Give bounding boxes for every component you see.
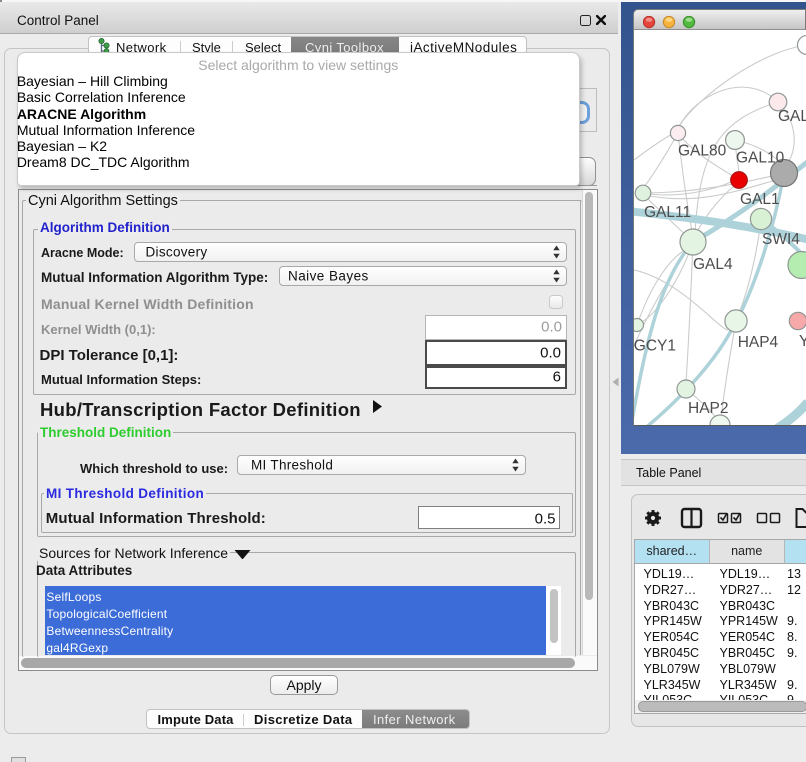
svg-text:HAP2: HAP2 [688,400,729,417]
svg-text:GCY1: GCY1 [634,337,676,354]
svg-text:HAP4: HAP4 [738,334,779,351]
svg-text:GAL4: GAL4 [693,256,733,273]
svg-text:GAL11: GAL11 [644,204,691,221]
svg-text:GAL: GAL [778,108,806,125]
svg-text:GAL80: GAL80 [678,143,727,160]
svg-text:Y: Y [799,333,806,350]
svg-text:SWI4: SWI4 [762,231,800,248]
svg-text:GAL1: GAL1 [740,191,780,208]
svg-text:GAL10: GAL10 [736,150,785,167]
